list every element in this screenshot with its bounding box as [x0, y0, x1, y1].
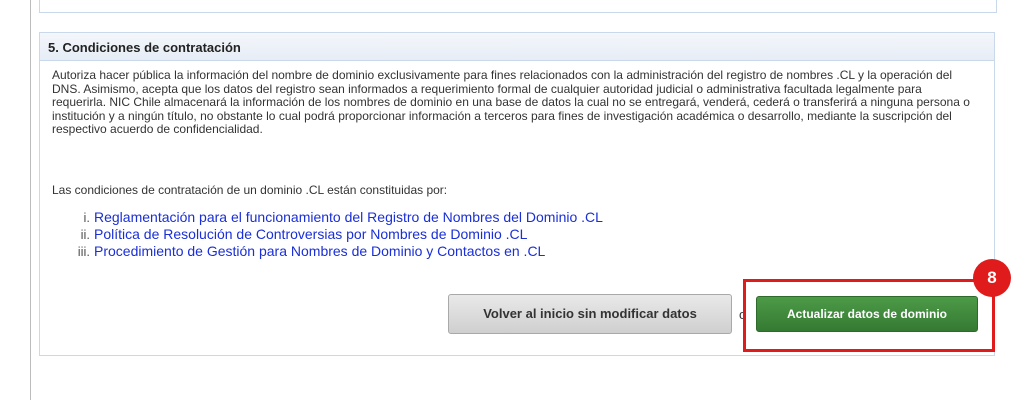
back-to-start-button[interactable]: Volver al inicio sin modificar datos	[448, 294, 732, 334]
section-title: 5. Condiciones de contratación	[40, 33, 994, 61]
list-number: i.	[83, 210, 91, 225]
list-item: i. Reglamentación para el funcionamiento…	[52, 209, 603, 226]
page: 5. Condiciones de contratación Autoriza …	[0, 0, 1024, 400]
list-number: iii.	[77, 244, 90, 259]
conditions-paragraph: Autoriza hacer pública la información de…	[52, 68, 970, 136]
left-border	[30, 0, 31, 400]
list-number: ii.	[80, 227, 90, 242]
list-item: ii. Política de Resolución de Controvers…	[52, 226, 603, 243]
link-politica-controversias[interactable]: Política de Resolución de Controversias …	[94, 226, 527, 242]
conditions-intro: Las condiciones de contratación de un do…	[52, 183, 448, 197]
highlight-annotation-box	[743, 279, 995, 352]
conditions-document-list: i. Reglamentación para el funcionamiento…	[52, 209, 603, 260]
link-reglamentacion[interactable]: Reglamentación para el funcionamiento de…	[94, 209, 603, 225]
list-item: iii. Procedimiento de Gestión para Nombr…	[52, 243, 603, 260]
step-number-badge: 8	[973, 259, 1011, 297]
link-procedimiento-gestion[interactable]: Procedimiento de Gestión para Nombres de…	[94, 243, 545, 259]
previous-section-panel	[39, 0, 997, 13]
